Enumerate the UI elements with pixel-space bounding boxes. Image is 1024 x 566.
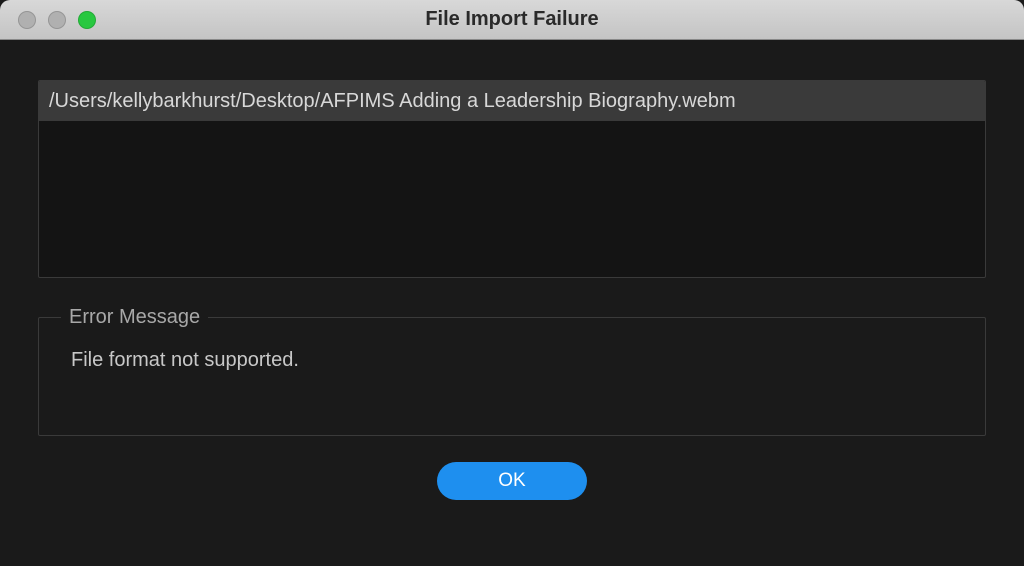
- file-list[interactable]: /Users/kellybarkhurst/Desktop/AFPIMS Add…: [38, 80, 986, 278]
- error-message-box: Error Message File format not supported.: [38, 306, 986, 436]
- error-section: Error Message File format not supported.: [38, 306, 986, 436]
- minimize-window-button[interactable]: [48, 11, 66, 29]
- close-window-button[interactable]: [18, 11, 36, 29]
- ok-button[interactable]: OK: [437, 462, 587, 500]
- file-list-item[interactable]: /Users/kellybarkhurst/Desktop/AFPIMS Add…: [39, 81, 985, 121]
- window-title: File Import Failure: [0, 8, 1024, 31]
- maximize-window-button[interactable]: [78, 11, 96, 29]
- titlebar: File Import Failure: [0, 0, 1024, 40]
- window-controls: [18, 11, 96, 29]
- button-row: OK: [38, 462, 986, 500]
- dialog-content: /Users/kellybarkhurst/Desktop/AFPIMS Add…: [0, 40, 1024, 520]
- error-legend: Error Message: [61, 306, 208, 329]
- error-text: File format not supported.: [57, 349, 967, 372]
